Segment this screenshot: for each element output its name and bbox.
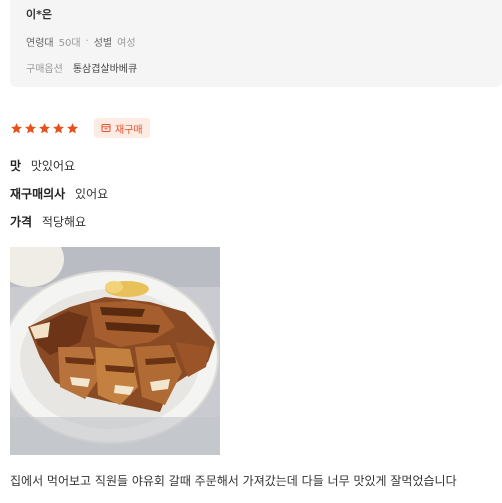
reviewer-demographics: 연령대 50대 · 성별 여성 [26,34,136,49]
star-icon [38,122,51,135]
option-label: 구매옵션 [26,64,63,75]
reviewer-info-card: 이*은 연령대 50대 · 성별 여성 구매옵션 통삼겹살바베큐 [10,0,502,87]
review-text: 집에서 먹어보고 직원들 야유회 갈때 주문해서 가져갔는데 다들 너무 맛있게… [10,474,457,488]
attribute-value: 있어요 [75,187,109,201]
rating-row: 재구매 [10,118,150,138]
purchase-option: 구매옵션 통삼겹살바베큐 [26,60,137,75]
age-value: 50대 [58,38,81,49]
gender-value: 여성 [117,38,136,49]
star-icon [24,122,37,135]
rebuy-badge: 재구매 [94,118,150,138]
separator-dot: · [85,36,89,47]
calendar-icon [101,124,111,132]
grilled-pork-photo [10,247,220,455]
attribute-value: 적당해요 [41,215,87,229]
option-value: 통삼겹살바베큐 [72,64,138,75]
attribute-price: 가격 적당해요 [10,213,86,230]
review-photo[interactable] [10,247,220,455]
gender-label: 성별 [93,38,113,49]
age-label: 연령대 [26,38,54,49]
star-icon [66,122,79,135]
attribute-repurchase: 재구매의사 있어요 [10,185,108,202]
rebuy-badge-label: 재구매 [115,124,143,136]
star-icon [10,122,23,135]
attribute-label: 맛 [10,159,22,173]
star-icon [52,122,65,135]
attribute-label: 가격 [10,215,33,229]
reviewer-name: 이*은 [26,8,52,21]
attribute-taste: 맛 맛있어요 [10,157,75,174]
attribute-label: 재구매의사 [10,187,66,201]
star-rating [10,122,80,135]
attribute-value: 맛있어요 [30,159,76,173]
